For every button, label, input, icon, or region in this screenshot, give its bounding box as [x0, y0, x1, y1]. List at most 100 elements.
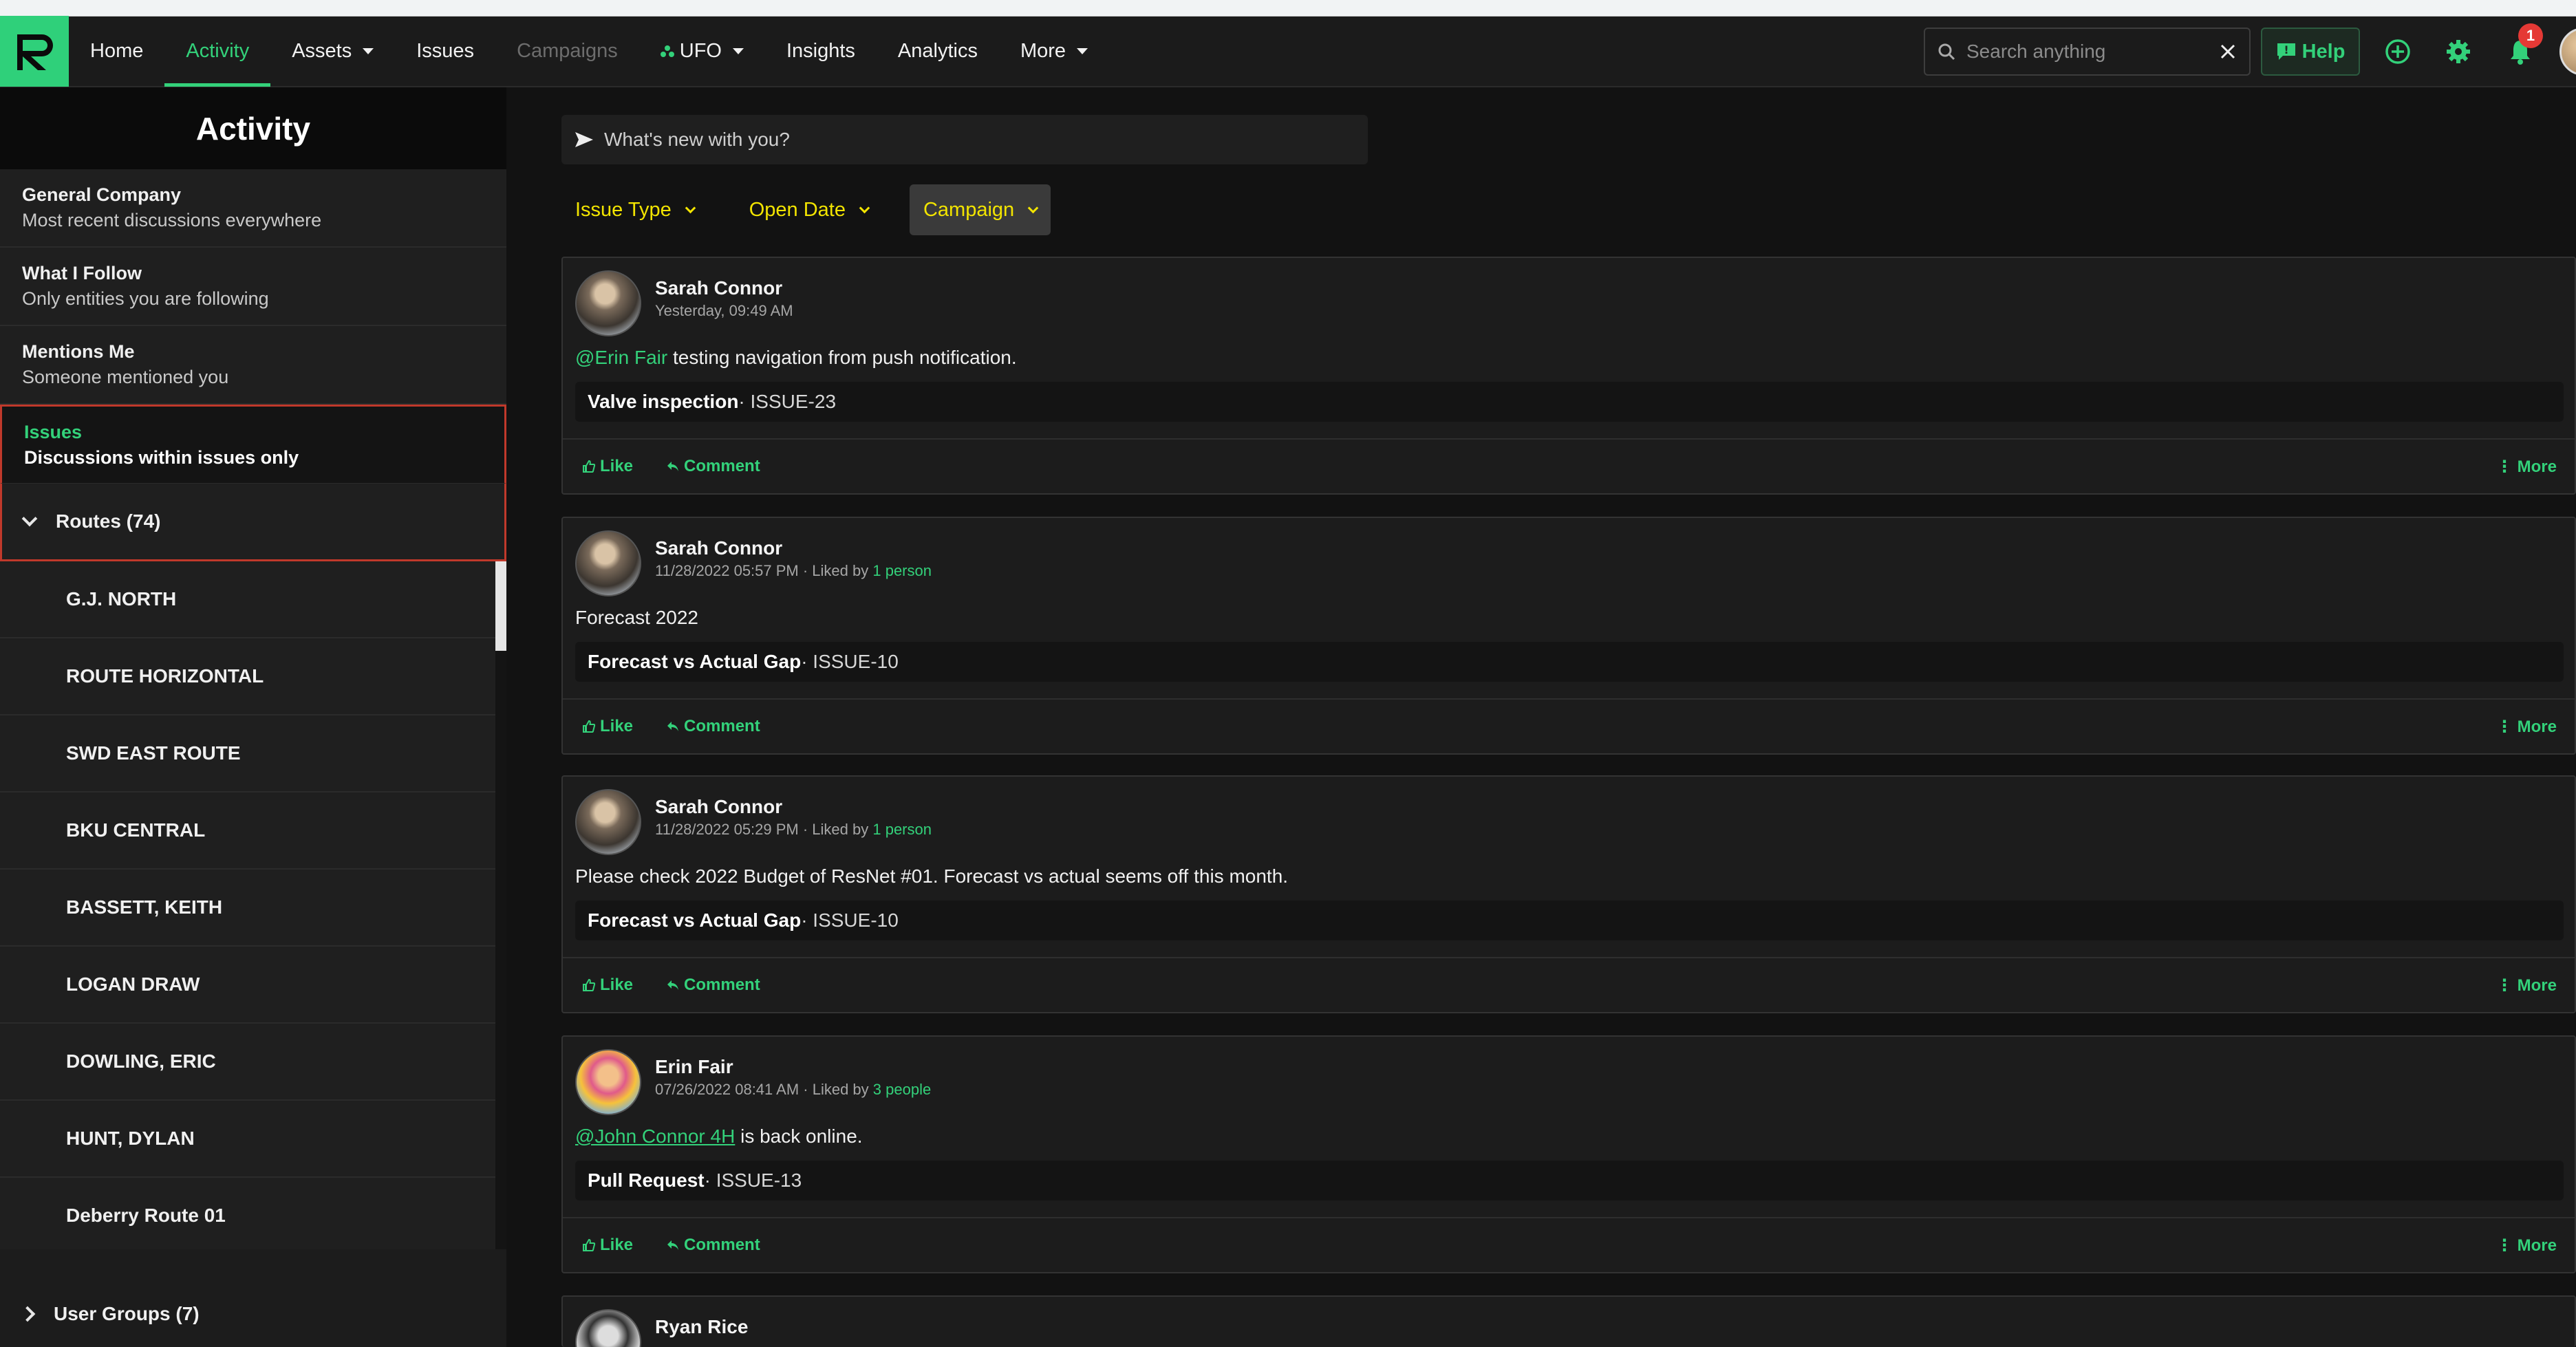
activity-post: Erin Fair 07/26/2022 08:41 AM · Liked by… [561, 1035, 2576, 1273]
routes-scrollbar-track[interactable] [495, 561, 506, 1249]
author-name[interactable]: Ryan Rice [655, 1316, 748, 1338]
routes-expander[interactable]: Routes (74) [0, 483, 506, 561]
sidebar-item-subtitle: Discussions within issues only [24, 447, 299, 468]
more-button[interactable]: ⋮ More [2496, 717, 2557, 737]
nav-more[interactable]: More [999, 16, 1109, 87]
like-label: Like [600, 1236, 634, 1254]
global-search[interactable] [1924, 28, 2251, 76]
sidebar-item-title: Mentions Me [22, 341, 135, 362]
route-item[interactable]: Deberry Route 01 [0, 1178, 495, 1249]
like-button[interactable]: Like [582, 717, 633, 736]
caret-down-icon [732, 48, 744, 54]
sidebar-item-general-company[interactable]: General Company Most recent discussions … [0, 169, 506, 248]
route-item[interactable]: BKU CENTRAL [0, 793, 495, 870]
author-name[interactable]: Erin Fair [655, 1056, 931, 1078]
search-input[interactable] [1966, 41, 2219, 63]
thumbs-up-icon [583, 978, 596, 991]
comment-button[interactable]: Comment [666, 457, 760, 476]
author-name[interactable]: Sarah Connor [655, 277, 793, 299]
reply-icon [667, 722, 679, 731]
liked-by-link[interactable]: 1 person [872, 821, 932, 838]
issue-id: · ISSUE-23 [738, 391, 837, 412]
post-body: @Erin Fair testing navigation from push … [575, 347, 1017, 369]
author-avatar[interactable] [575, 789, 641, 855]
comment-button[interactable]: Comment [666, 976, 760, 995]
author-avatar[interactable] [575, 530, 641, 596]
issue-reference[interactable]: Pull Request · ISSUE-13 [575, 1161, 2564, 1200]
sidebar-item-subtitle: Most recent discussions everywhere [22, 210, 322, 230]
comment-button[interactable]: Comment [666, 1236, 760, 1255]
post-time: 11/28/2022 05:29 PM · Liked by [655, 821, 873, 838]
nav-ufo[interactable]: UFO [639, 16, 765, 87]
comment-button[interactable]: Comment [666, 717, 760, 736]
issue-reference[interactable]: Valve inspection · ISSUE-23 [575, 382, 2564, 422]
thumbs-up-icon [583, 1238, 596, 1251]
routes-scrollbar-thumb[interactable] [495, 561, 506, 651]
comment-label: Comment [684, 1236, 760, 1254]
nav-campaigns[interactable]: Campaigns [495, 16, 639, 87]
add-circle-icon[interactable] [2382, 36, 2414, 67]
activity-feed: Issue Type Open Date Campaign Sarah Conn… [506, 87, 2576, 1347]
author-name[interactable]: Sarah Connor [655, 796, 932, 818]
ufo-cluster-icon [660, 45, 674, 57]
more-button[interactable]: ⋮ More [2496, 457, 2557, 477]
route-item[interactable]: DOWLING, ERIC [0, 1024, 495, 1101]
filter-open-date[interactable]: Open Date [736, 184, 882, 235]
filter-label: Campaign [923, 198, 1015, 221]
like-button[interactable]: Like [582, 457, 633, 476]
route-item[interactable]: HUNT, DYLAN [0, 1101, 495, 1178]
liked-by-link[interactable]: 3 people [873, 1081, 931, 1098]
route-item[interactable]: LOGAN DRAW [0, 947, 495, 1024]
author-avatar[interactable] [575, 1309, 641, 1347]
nav-insights[interactable]: Insights [765, 16, 877, 87]
user-groups-expander[interactable]: User Groups (7) [0, 1280, 506, 1347]
svg-text:!: ! [2284, 43, 2288, 56]
post-header: Sarah Connor 11/28/2022 05:29 PM · Liked… [575, 789, 932, 855]
more-label: More [2517, 1236, 2557, 1255]
nav-campaigns-label: Campaigns [517, 40, 618, 62]
settings-gear-icon[interactable] [2443, 36, 2474, 67]
sidebar-item-title: General Company [22, 184, 182, 205]
send-icon [575, 132, 593, 147]
comment-label: Comment [684, 457, 760, 475]
compose-input[interactable] [604, 129, 1347, 151]
nav-assets[interactable]: Assets [270, 16, 395, 87]
filter-campaign[interactable]: Campaign [909, 184, 1051, 235]
user-mention[interactable]: @Erin Fair [575, 347, 667, 368]
nav-activity[interactable]: Activity [164, 16, 271, 87]
issue-id: · ISSUE-10 [801, 651, 899, 672]
help-button[interactable]: ! Help [2261, 28, 2360, 76]
chevron-down-icon [1027, 202, 1039, 213]
route-item[interactable]: ROUTE HORIZONTAL [0, 638, 495, 715]
more-button[interactable]: ⋮ More [2496, 976, 2557, 995]
like-button[interactable]: Like [582, 1236, 633, 1255]
issue-reference[interactable]: Forecast vs Actual Gap · ISSUE-10 [575, 901, 2564, 940]
sidebar-item-mentions-me[interactable]: Mentions Me Someone mentioned you [0, 326, 506, 405]
comment-label: Comment [684, 976, 760, 994]
user-mention[interactable]: @John Connor 4H [575, 1125, 735, 1147]
app-logo[interactable] [0, 16, 69, 87]
activity-post: Sarah Connor 11/28/2022 05:29 PM · Liked… [561, 775, 2576, 1013]
author-name[interactable]: Sarah Connor [655, 537, 932, 559]
more-label: More [2517, 457, 2557, 476]
route-item[interactable]: BASSETT, KEITH [0, 870, 495, 947]
nav-home[interactable]: Home [69, 16, 164, 87]
post-time: 07/26/2022 08:41 AM · Liked by [655, 1081, 873, 1098]
route-item[interactable]: G.J. NORTH [0, 561, 495, 638]
nav-analytics[interactable]: Analytics [877, 16, 999, 87]
reply-icon [667, 462, 679, 471]
sidebar-item-what-i-follow[interactable]: What I Follow Only entities you are foll… [0, 248, 506, 326]
issue-reference[interactable]: Forecast vs Actual Gap · ISSUE-10 [575, 642, 2564, 682]
liked-by-link[interactable]: 1 person [872, 562, 932, 579]
author-avatar[interactable] [575, 1049, 641, 1115]
more-button[interactable]: ⋮ More [2496, 1236, 2557, 1256]
filter-label: Open Date [749, 198, 846, 221]
clear-search-icon[interactable] [2219, 43, 2237, 61]
nav-issues[interactable]: Issues [395, 16, 495, 87]
route-item[interactable]: SWD EAST ROUTE [0, 715, 495, 793]
compose-box[interactable] [561, 115, 1368, 164]
like-button[interactable]: Like [582, 976, 633, 995]
filter-issue-type[interactable]: Issue Type [561, 184, 708, 235]
author-avatar[interactable] [575, 270, 641, 336]
sidebar-item-issues[interactable]: Issues Discussions within issues only [0, 405, 506, 483]
